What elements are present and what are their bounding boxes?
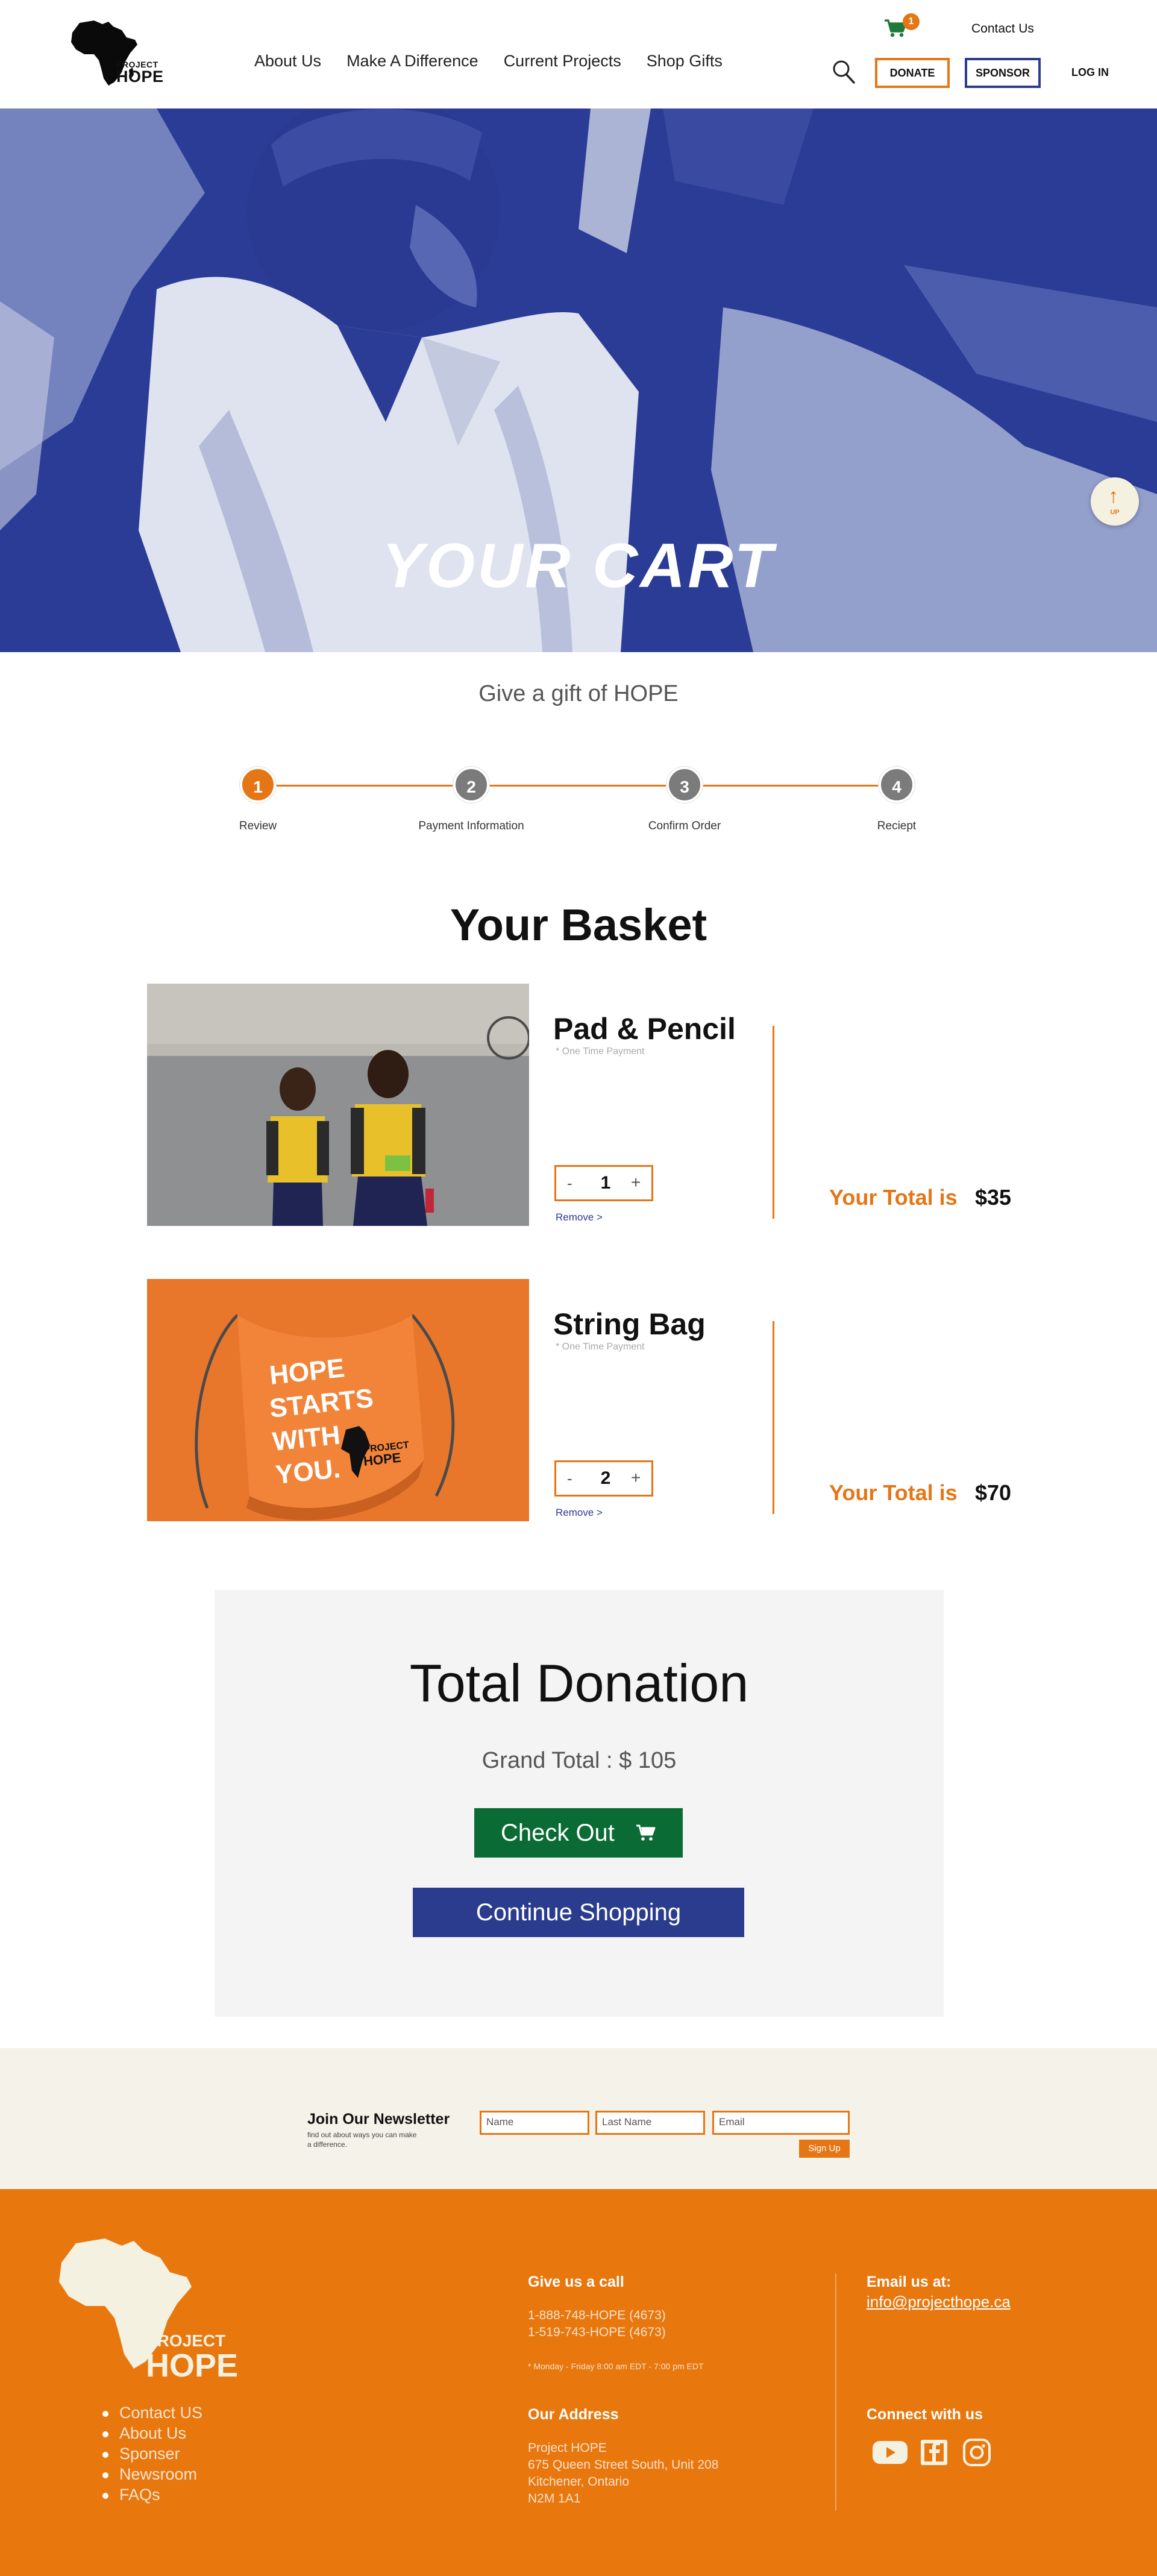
- step-confirm-order[interactable]: 3: [666, 767, 703, 803]
- hero-banner: YOUR CART ↑ UP: [0, 108, 1157, 652]
- address-line-3: Kitchener, Ontario: [528, 2475, 630, 2489]
- quantity-stepper: - 1 +: [554, 1165, 653, 1201]
- remove-item-link[interactable]: Remove >: [556, 1211, 603, 1224]
- item-total-value: $35: [975, 1185, 1012, 1210]
- step-label-payment-information: Payment Information: [418, 820, 524, 832]
- increase-quantity-button[interactable]: +: [631, 1173, 641, 1192]
- connect-title: Connect with us: [867, 2406, 983, 2423]
- search-icon[interactable]: [832, 59, 856, 84]
- increase-quantity-button[interactable]: +: [631, 1468, 641, 1487]
- continue-shopping-button[interactable]: Continue Shopping: [413, 1888, 744, 1937]
- call-title: Give us a call: [528, 2273, 624, 2290]
- scroll-up-label: UP: [1110, 509, 1120, 516]
- cart-button[interactable]: 1: [883, 13, 920, 40]
- item-name-pad-and-pencil: Pad & Pencil: [553, 1012, 736, 1046]
- footer-link-contact-us[interactable]: Contact US: [102, 2405, 202, 2421]
- item-total-value: $70: [975, 1480, 1012, 1505]
- page-title: YOUR CART: [381, 531, 776, 601]
- item-total-label: Your Total is: [829, 1480, 958, 1505]
- footer-logo-line2: HOPE: [146, 2348, 239, 2384]
- donate-button[interactable]: DONATE: [875, 58, 950, 88]
- step-payment-information[interactable]: 2: [453, 767, 489, 803]
- email-field[interactable]: Email: [712, 2111, 850, 2135]
- office-hours: * Monday - Friday 8:00 am EDT - 7:00 pm …: [528, 2361, 704, 2371]
- string-bag-image: HOPE STARTS WITH YOU. PROJECT HOPE: [147, 1279, 529, 1521]
- contact-us-link[interactable]: Contact Us: [971, 22, 1034, 36]
- step-reciept[interactable]: 4: [879, 767, 915, 803]
- cart-count-badge: 1: [903, 13, 920, 30]
- nav-shop-gifts[interactable]: Shop Gifts: [647, 52, 723, 71]
- footer-logo-text: PROJECT HOPE: [146, 2331, 239, 2384]
- login-link[interactable]: LOG IN: [1071, 66, 1109, 79]
- checkout-button[interactable]: Check Out: [474, 1808, 683, 1858]
- name-field[interactable]: Name: [480, 2111, 589, 2135]
- newsletter-subtitle: find out about ways you can make a diffe…: [307, 2131, 417, 2149]
- item-payment-type: * One Time Payment: [556, 1342, 645, 1352]
- basket-title: Your Basket: [450, 900, 707, 950]
- footer-logo-line1: PROJECT: [146, 2331, 226, 2350]
- phone-1[interactable]: 1-888-748-HOPE (4673): [528, 2307, 666, 2324]
- cart-icon: [636, 1809, 656, 1859]
- newsletter-section: Join Our Newsletter find out about ways …: [0, 2048, 1157, 2189]
- quantity-stepper: - 2 +: [554, 1460, 653, 1497]
- footer-links: Contact US About Us Sponser Newsroom FAQ…: [102, 2405, 202, 2507]
- nav-current-projects[interactable]: Current Projects: [504, 52, 621, 71]
- total-donation-panel: Total Donation Grand Total : $ 105 Check…: [215, 1590, 944, 2017]
- total-donation-title: Total Donation: [409, 1653, 749, 1713]
- step-label-confirm-order: Confirm Order: [648, 820, 721, 832]
- logo-text: PROJECT HOPE: [116, 60, 164, 85]
- address-title: Our Address: [528, 2406, 619, 2423]
- item-divider: [773, 1321, 774, 1514]
- site-header: PROJECT HOPE About Us Make A Difference …: [0, 0, 1157, 108]
- facebook-icon[interactable]: [920, 2439, 948, 2469]
- last-name-field[interactable]: Last Name: [595, 2111, 705, 2135]
- site-footer: PROJECT HOPE Contact US About Us Sponser…: [0, 2189, 1157, 2576]
- email-link[interactable]: info@projecthope.ca: [867, 2293, 1011, 2311]
- newsletter-title: Join Our Newsletter: [307, 2111, 450, 2128]
- step-review[interactable]: 1: [240, 767, 276, 803]
- progress-line: [259, 785, 898, 787]
- item-name-string-bag: String Bag: [553, 1307, 706, 1341]
- sign-up-button[interactable]: Sign Up: [799, 2140, 850, 2158]
- checkout-label: Check Out: [500, 1820, 615, 1846]
- item-divider: [773, 1026, 774, 1219]
- phone-2[interactable]: 1-519-743-HOPE (4673): [528, 2324, 666, 2341]
- sponsor-button[interactable]: SPONSOR: [965, 58, 1041, 88]
- nav-make-a-difference[interactable]: Make A Difference: [346, 52, 478, 71]
- footer-link-about-us[interactable]: About Us: [102, 2425, 202, 2442]
- address-line-4: N2M 1A1: [528, 2492, 581, 2505]
- email-title: Email us at:: [867, 2273, 952, 2290]
- main-nav: About Us Make A Difference Current Proje…: [254, 52, 748, 71]
- item-payment-type: * One Time Payment: [556, 1046, 645, 1057]
- scroll-up-button[interactable]: ↑ UP: [1091, 477, 1139, 526]
- project-hope-logo[interactable]: PROJECT HOPE: [66, 19, 163, 89]
- footer-link-newsroom[interactable]: Newsroom: [102, 2466, 202, 2483]
- footer-link-sponser[interactable]: Sponser: [102, 2446, 202, 2462]
- item-total-label: Your Total is: [829, 1185, 958, 1210]
- nav-about-us[interactable]: About Us: [254, 52, 321, 71]
- remove-item-link[interactable]: Remove >: [556, 1507, 603, 1519]
- youtube-icon[interactable]: [871, 2439, 909, 2469]
- footer-logo[interactable]: PROJECT HOPE: [49, 2236, 242, 2384]
- gift-tagline: Give a gift of HOPE: [478, 681, 679, 706]
- footer-link-faqs[interactable]: FAQs: [102, 2487, 202, 2503]
- footer-divider: [835, 2273, 836, 2511]
- address-line-2: 675 Queen Street South, Unit 208: [528, 2458, 719, 2472]
- instagram-icon[interactable]: [962, 2439, 992, 2469]
- grand-total: Grand Total : $ 105: [481, 1748, 677, 1773]
- step-label-review: Review: [239, 820, 277, 832]
- arrow-up-icon: ↑: [1108, 485, 1118, 507]
- address-line-1: Project HOPE: [528, 2441, 607, 2455]
- step-label-reciept: Reciept: [877, 820, 917, 832]
- logo-line2: HOPE: [116, 68, 164, 86]
- pad-and-pencil-image: [147, 984, 529, 1226]
